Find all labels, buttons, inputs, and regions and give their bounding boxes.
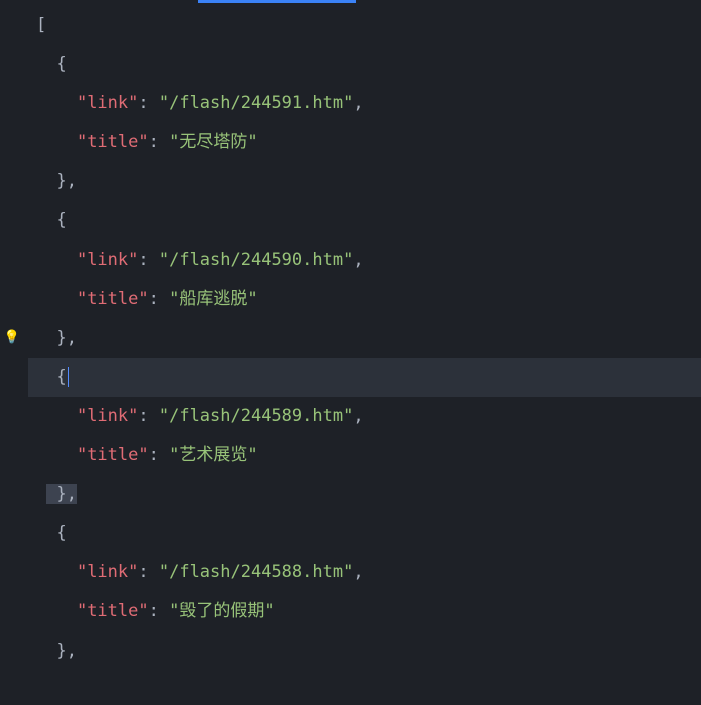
indent [36, 367, 56, 387]
code-line[interactable]: { [28, 514, 701, 553]
colon: : [138, 562, 158, 582]
code-line[interactable]: }, [28, 475, 701, 514]
code-line[interactable]: "link": "/flash/244590.htm", [28, 241, 701, 280]
code-line[interactable]: { [28, 45, 701, 84]
json-key: "link" [77, 93, 138, 113]
code-line[interactable]: { [28, 201, 701, 240]
code-line[interactable]: [ [28, 6, 701, 45]
json-punctuation: { [56, 210, 66, 230]
indent [36, 641, 56, 661]
json-key: "link" [77, 406, 138, 426]
colon: : [138, 250, 158, 270]
code-editor[interactable]: [ { "link": "/flash/244591.htm", "title"… [0, 0, 701, 671]
json-string: "/flash/244588.htm" [159, 562, 353, 582]
indent [36, 445, 77, 465]
colon: : [149, 132, 169, 152]
code-line[interactable]: "title": "毁了的假期" [28, 592, 701, 631]
code-line[interactable]: "title": "艺术展览" [28, 436, 701, 475]
colon: : [149, 601, 169, 621]
comma: , [353, 250, 363, 270]
text-cursor [68, 367, 69, 387]
json-string: "/flash/244589.htm" [159, 406, 353, 426]
comma: , [353, 406, 363, 426]
indent [36, 132, 77, 152]
indent [36, 406, 77, 426]
code-line[interactable]: "link": "/flash/244591.htm", [28, 84, 701, 123]
json-string: "/flash/244591.htm" [159, 93, 353, 113]
json-key: "link" [77, 250, 138, 270]
colon: : [138, 93, 158, 113]
code-line[interactable]: "title": "无尽塔防" [28, 123, 701, 162]
colon: : [149, 445, 169, 465]
indent [36, 562, 77, 582]
indent [36, 171, 56, 191]
json-punctuation: { [56, 367, 66, 387]
indent [36, 484, 46, 504]
code-line[interactable]: "link": "/flash/244588.htm", [28, 553, 701, 592]
json-string: "/flash/244590.htm" [159, 250, 353, 270]
indent [36, 601, 77, 621]
json-key: "link" [77, 562, 138, 582]
indent [36, 289, 77, 309]
code-line[interactable]: 💡 }, [28, 319, 701, 358]
json-string: "船库逃脱" [169, 289, 257, 309]
json-punctuation: [ [36, 15, 46, 35]
json-punctuation: }, [56, 641, 76, 661]
code-line[interactable]: }, [28, 162, 701, 201]
json-punctuation: }, [46, 484, 77, 504]
code-line[interactable]: { [28, 358, 701, 397]
code-line[interactable]: }, [28, 632, 701, 671]
indent [36, 54, 56, 74]
json-string: "艺术展览" [169, 445, 257, 465]
json-punctuation: }, [56, 328, 76, 348]
json-key: "title" [77, 601, 149, 621]
json-key: "title" [77, 289, 149, 309]
indent [36, 210, 56, 230]
comma: , [353, 562, 363, 582]
json-punctuation: }, [56, 171, 76, 191]
colon: : [149, 289, 169, 309]
json-string: "无尽塔防" [169, 132, 257, 152]
indent [36, 250, 77, 270]
indent [36, 328, 56, 348]
comma: , [353, 93, 363, 113]
code-line[interactable]: "link": "/flash/244589.htm", [28, 397, 701, 436]
colon: : [138, 406, 158, 426]
lightbulb-icon[interactable]: 💡 [4, 330, 20, 346]
indent [36, 523, 56, 543]
json-punctuation: { [56, 523, 66, 543]
json-key: "title" [77, 445, 149, 465]
json-punctuation: { [56, 54, 66, 74]
code-line[interactable]: "title": "船库逃脱" [28, 280, 701, 319]
json-string: "毁了的假期" [169, 601, 274, 621]
indent [36, 93, 77, 113]
json-key: "title" [77, 132, 149, 152]
